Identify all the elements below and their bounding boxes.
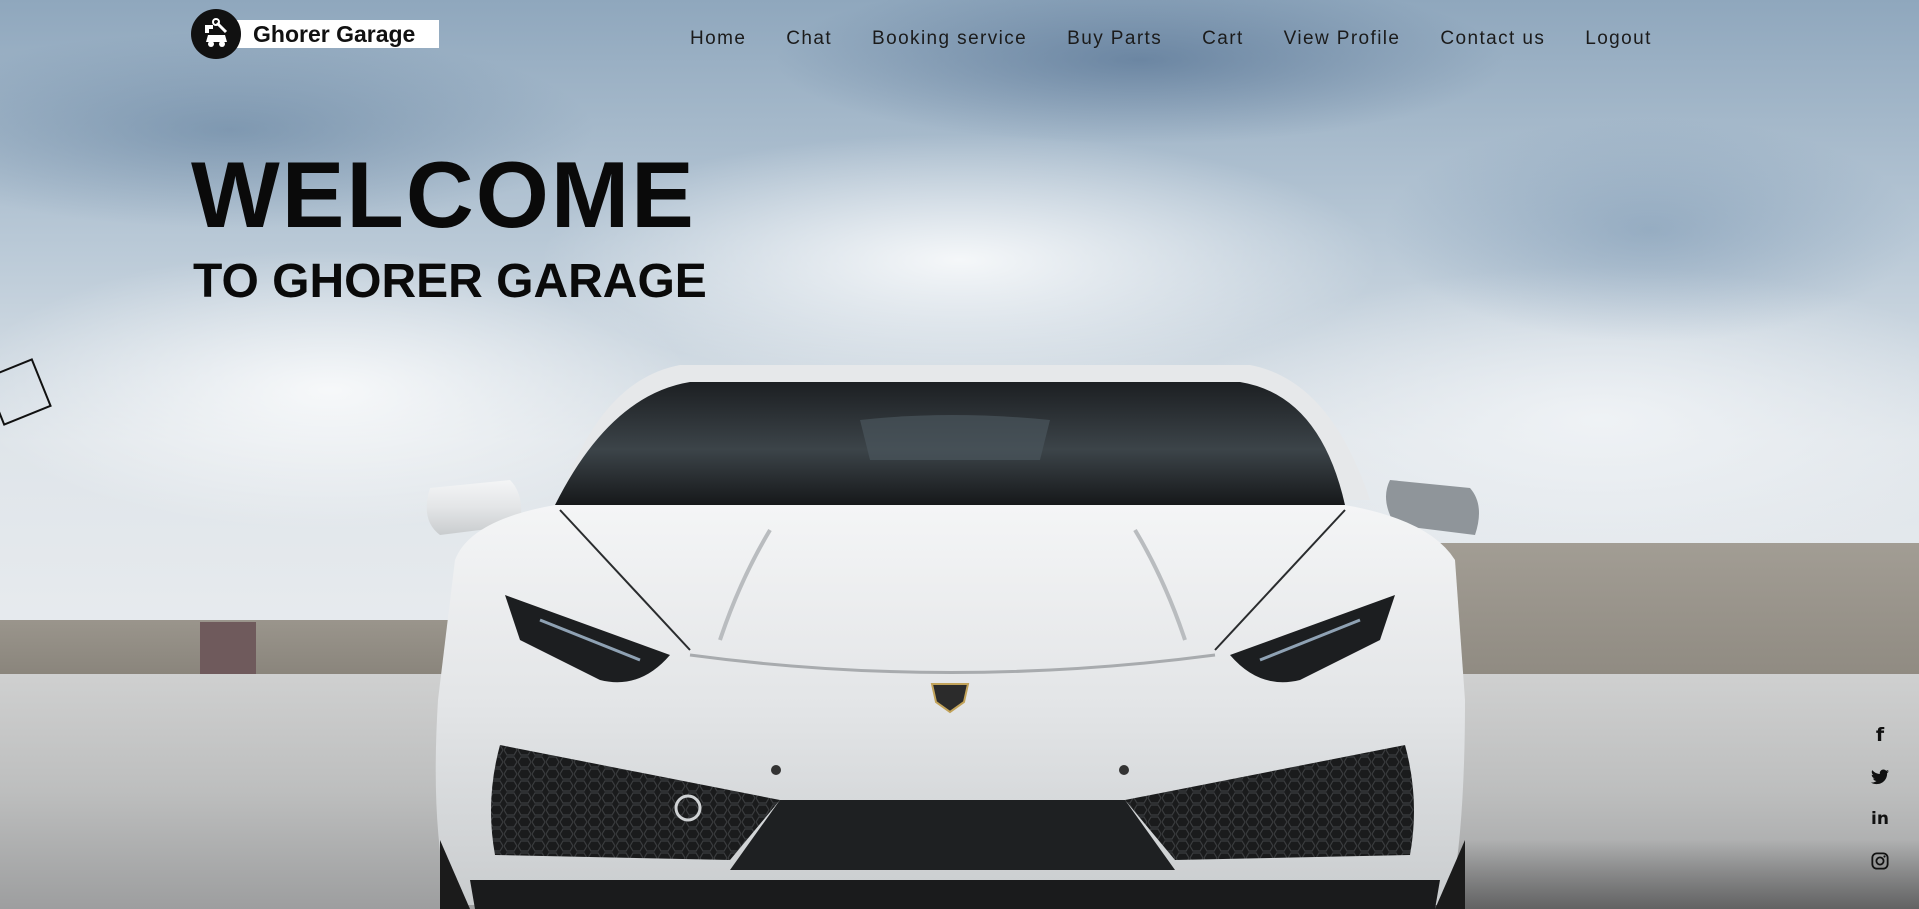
hero-title: WELCOME: [191, 142, 696, 247]
twitter-icon[interactable]: [1867, 764, 1893, 790]
nav-view-profile[interactable]: View Profile: [1284, 28, 1401, 50]
wrench-car-logo-icon: [191, 9, 241, 59]
hero-background: [0, 0, 1919, 909]
nav-cart[interactable]: Cart: [1202, 28, 1244, 50]
hero-subtitle: TO GHORER GARAGE: [193, 255, 707, 308]
nav-booking-service[interactable]: Booking service: [872, 28, 1027, 50]
facebook-icon[interactable]: f: [1867, 722, 1893, 748]
brand[interactable]: Ghorer Garage: [191, 9, 440, 59]
social-links: f in: [1866, 722, 1894, 874]
nav-contact-us[interactable]: Contact us: [1440, 28, 1545, 50]
nav-logout[interactable]: Logout: [1585, 28, 1652, 50]
nav-chat[interactable]: Chat: [786, 28, 832, 50]
nav-buy-parts[interactable]: Buy Parts: [1067, 28, 1162, 50]
brand-name: Ghorer Garage: [231, 20, 440, 48]
main-nav: Home Chat Booking service Buy Parts Cart…: [690, 28, 1652, 50]
linkedin-icon[interactable]: in: [1867, 806, 1893, 832]
sports-car-image: [426, 365, 1479, 909]
nav-home[interactable]: Home: [690, 28, 746, 50]
instagram-icon[interactable]: [1867, 848, 1893, 874]
